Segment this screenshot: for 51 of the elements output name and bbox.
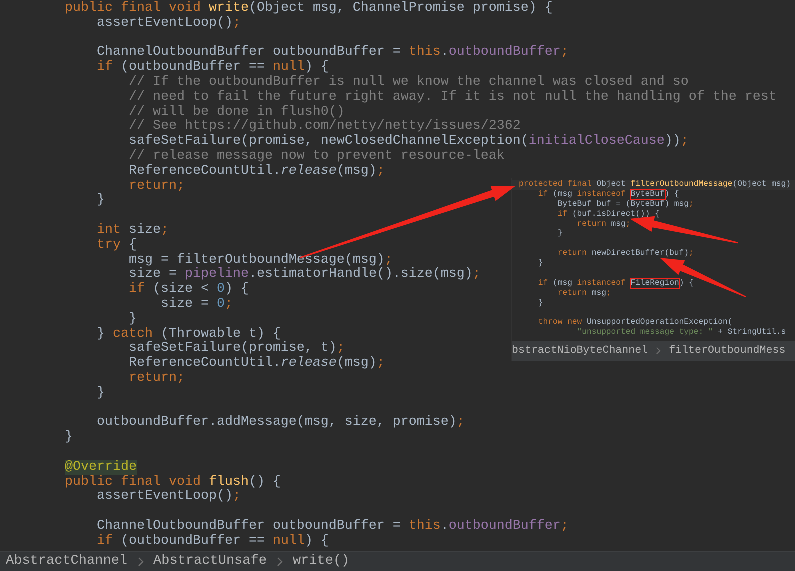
- code-line: }: [556, 229, 563, 240]
- code-line: // release message now to prevent resource-leak: [128, 150, 505, 164]
- code-line: // need to fail the future right away. If it is not null the handling of the rest: [128, 90, 777, 105]
- code-line: return msg;: [576, 220, 631, 230]
- chevron-icon: [276, 556, 283, 566]
- code-line: }: [96, 386, 105, 402]
- breadcrumb-item[interactable]: AbstractUnsafe: [154, 554, 267, 569]
- code-line: if (size < 0) {: [128, 283, 249, 298]
- code-line: if (msg instanceof FileRegion) {: [537, 278, 694, 289]
- code-line: msg = filterOutboundMessage(msg);: [128, 254, 393, 268]
- code-line: ChannelOutboundBuffer outboundBuffer = this.outboundBuffer;: [96, 520, 569, 534]
- code-line: assertEventLoop();: [96, 490, 241, 506]
- code-line: ReferenceCountUtil.release(msg);: [128, 357, 385, 372]
- code-line: }: [537, 259, 544, 270]
- code-line: return newDirectBuffer(buf);: [556, 249, 694, 260]
- code-line: outboundBuffer.addMessage(msg, size, promise);: [96, 416, 465, 432]
- code-line: return;: [128, 372, 185, 387]
- code-line: "unsupported message type: " + StringUtil.s: [576, 328, 786, 338]
- breadcrumb-item[interactable]: AbstractChannel: [6, 554, 128, 569]
- breadcrumb-item[interactable]: write(): [292, 554, 350, 569]
- code-line: ChannelOutboundBuffer outboundBuffer = this.outboundBuffer;: [96, 46, 569, 60]
- code-line: return;: [128, 180, 185, 194]
- code-line: safeSetFailure(promise, newClosedChannelException(initialCloseCause));: [128, 135, 689, 150]
- code-line: }: [64, 431, 73, 446]
- code-line: }: [96, 194, 105, 210]
- code-line: if (outboundBuffer == null) {: [96, 61, 329, 76]
- code-line: } catch (Throwable t) {: [96, 328, 281, 342]
- code-line: return msg;: [556, 288, 612, 299]
- code-line: size = pipeline.estimatorHandle().size(msg);: [128, 268, 481, 282]
- code-line: if (outboundBuffer == null) {: [96, 534, 329, 550]
- code-line: if (msg instanceof ByteBuf) {: [537, 190, 680, 200]
- code-line: assertEventLoop();: [96, 16, 241, 32]
- code-line: ReferenceCountUtil.release(msg);: [128, 164, 385, 180]
- code-line: // See https://github.com/netty/netty/issues/2362: [128, 120, 521, 134]
- chevron-icon: [656, 347, 662, 355]
- breadcrumb-item[interactable]: bstractNioByteChannel: [512, 345, 648, 357]
- code-line: }: [537, 298, 544, 309]
- code-line: public final void write(Object msg, ChannelPromise promise) {: [64, 2, 553, 16]
- breadcrumb-item[interactable]: filterOutboundMess: [669, 345, 786, 357]
- code-line: // will be done in flush0(): [128, 106, 345, 120]
- chevron-icon: [138, 556, 144, 566]
- code-line: size = 0;: [160, 298, 233, 313]
- code-line: public final void flush() {: [64, 476, 281, 490]
- code-line: ByteBuf buf = (ByteBuf) msg;: [556, 200, 694, 210]
- code-line: safeSetFailure(promise, t);: [128, 342, 345, 356]
- code-line: // If the outboundBuffer is null we know the channel was closed and so: [128, 76, 689, 90]
- code-line: int size;: [96, 224, 169, 238]
- code-line: if (buf.isDirect()) {: [556, 210, 660, 220]
- code-line: try {: [96, 238, 137, 254]
- code-line: }: [128, 312, 137, 327]
- code-line: throw new UnsupportedOperationException(: [537, 318, 733, 328]
